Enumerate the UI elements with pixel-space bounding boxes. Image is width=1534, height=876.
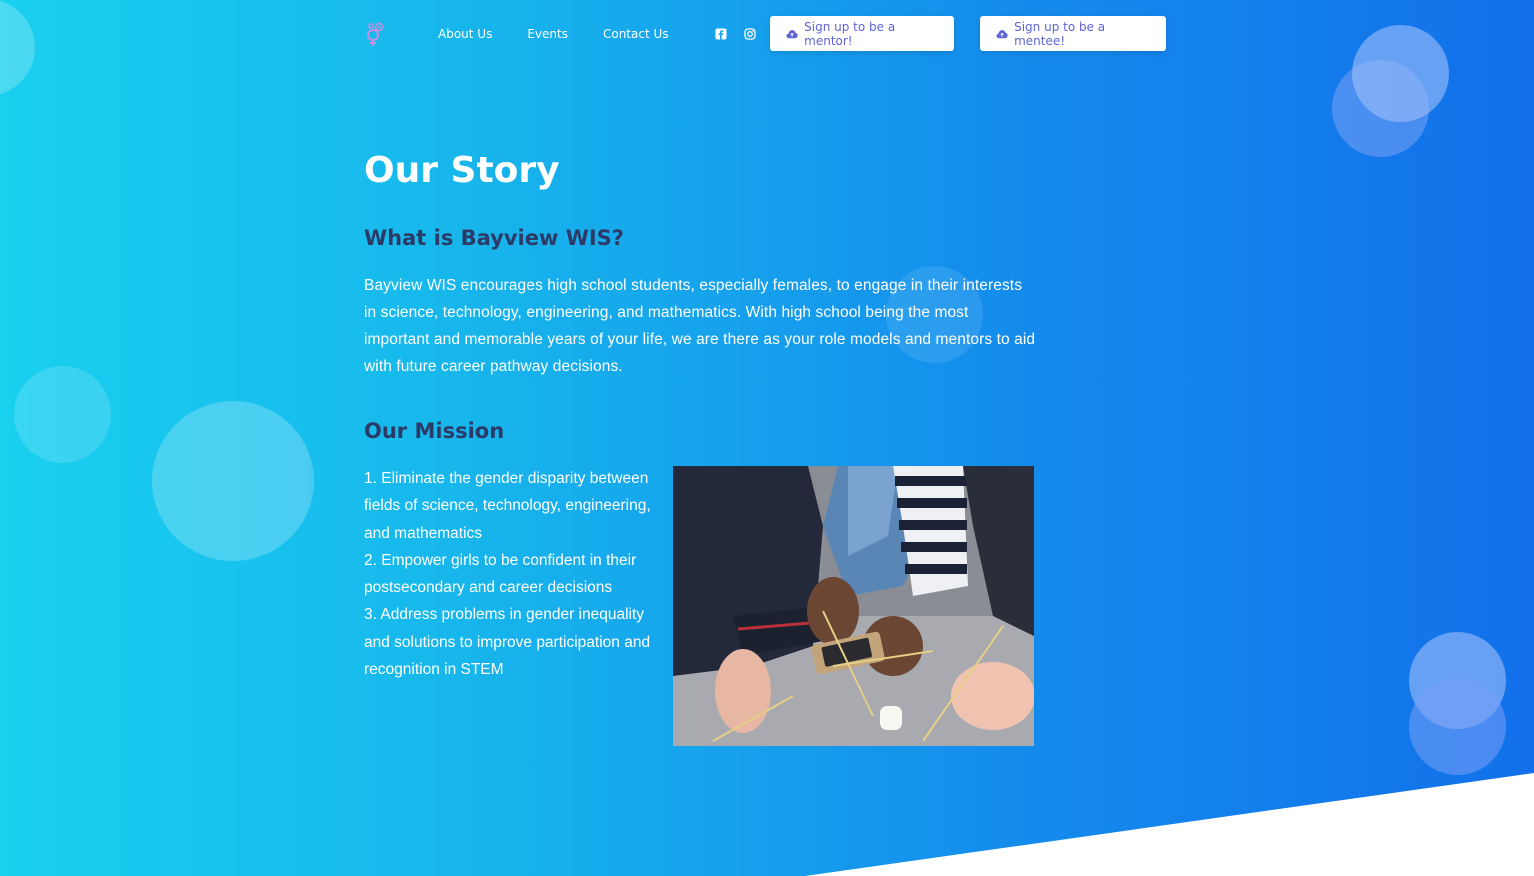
top-navigation: About Us Events Contact Us Sign up to be… bbox=[364, 16, 1166, 51]
decorative-bubble bbox=[14, 366, 111, 463]
decorative-bubble bbox=[1409, 678, 1506, 775]
mentor-signup-label: Sign up to be a mentor! bbox=[804, 19, 896, 48]
nav-link-contact-us[interactable]: Contact Us bbox=[603, 27, 669, 41]
cloud-upload-icon bbox=[786, 29, 798, 38]
nav-link-about-us[interactable]: About Us bbox=[438, 27, 492, 41]
what-is-heading: What is Bayview WIS? bbox=[364, 226, 624, 250]
mission-heading: Our Mission bbox=[364, 419, 505, 443]
cloud-upload-icon bbox=[996, 29, 1008, 38]
page-title: Our Story bbox=[364, 150, 560, 191]
mission-item: 1. Eliminate the gender disparity betwee… bbox=[364, 470, 651, 542]
decorative-bubble bbox=[1352, 25, 1449, 122]
decorative-bubble bbox=[152, 401, 314, 561]
mission-list: 1. Eliminate the gender disparity betwee… bbox=[364, 465, 666, 683]
logo-icon[interactable] bbox=[364, 21, 386, 47]
mentee-signup-label: Sign up to be a mentee! bbox=[1014, 19, 1106, 48]
mission-photo bbox=[673, 466, 1034, 746]
decorative-bubble bbox=[0, 0, 35, 96]
facebook-icon[interactable] bbox=[715, 28, 727, 40]
mission-photo-illustration bbox=[673, 466, 1034, 746]
our-story-section: Our Story What is Bayview WIS? Bayview W… bbox=[364, 148, 1036, 746]
nav-link-events[interactable]: Events bbox=[527, 27, 568, 41]
mission-item: 3. Address problems in gender inequality… bbox=[364, 606, 651, 679]
instagram-icon[interactable] bbox=[743, 27, 756, 40]
social-links bbox=[715, 27, 773, 40]
mentor-signup-button[interactable]: Sign up to be a mentor! bbox=[770, 16, 954, 51]
what-is-paragraph: Bayview WIS encourages high school stude… bbox=[364, 277, 1036, 375]
mission-item: 2. Empower girls to be confident in thei… bbox=[364, 551, 637, 597]
mentee-signup-button[interactable]: Sign up to be a mentee! bbox=[980, 16, 1166, 51]
